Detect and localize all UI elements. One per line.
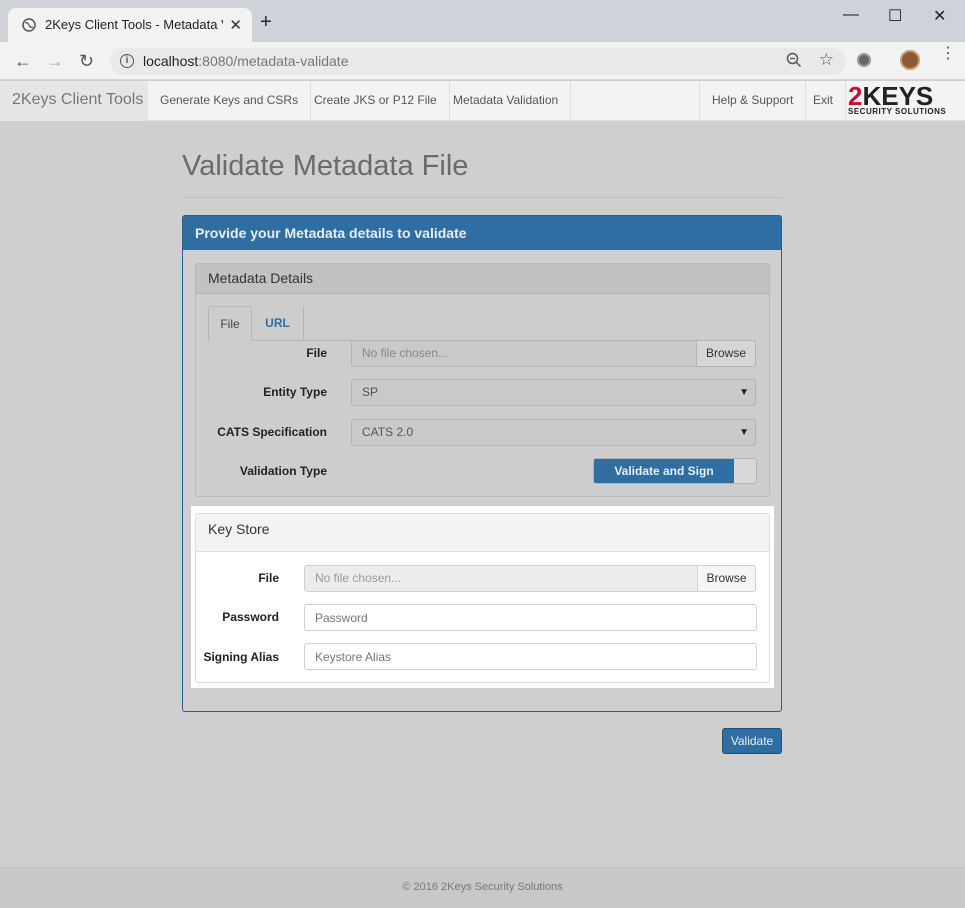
chevron-down-icon: ▼ xyxy=(739,387,749,398)
metadata-browse-button[interactable]: Browse xyxy=(696,340,756,367)
zoom-icon[interactable] xyxy=(786,52,802,68)
cats-spec-value: CATS 2.0 xyxy=(362,425,414,439)
validate-and-sign-option[interactable]: Validate and Sign xyxy=(594,459,734,483)
maximize-button[interactable]: ☐ xyxy=(888,6,902,26)
app-navbar: 2Keys Client Tools Generate Keys and CSR… xyxy=(0,81,965,121)
footer: © 2016 2Keys Security Solutions xyxy=(0,867,965,908)
signing-alias-field[interactable] xyxy=(304,643,757,670)
nav-create-jks[interactable]: Create JKS or P12 File xyxy=(302,81,450,121)
nav-generate-keys[interactable]: Generate Keys and CSRs xyxy=(148,81,312,121)
page-title: Validate Metadata File xyxy=(182,150,469,182)
nav-metadata-validation[interactable]: Metadata Validation xyxy=(441,81,572,121)
window-close-button[interactable]: ✕ xyxy=(933,6,946,26)
validation-type-toggle[interactable]: Validate and Sign xyxy=(593,458,757,484)
menu-kebab-icon[interactable]: ⋮ xyxy=(940,46,956,62)
extension-icon[interactable] xyxy=(857,53,871,67)
bookmark-star-icon[interactable]: ☆ xyxy=(819,50,834,70)
browser-titlebar: 2Keys Client Tools - Metadata Va ✕ + — ☐… xyxy=(0,0,965,42)
nav-help-support[interactable]: Help & Support xyxy=(699,81,807,121)
back-icon[interactable]: ← xyxy=(14,51,32,72)
url-text: localhost:8080/metadata-validate xyxy=(143,53,349,69)
address-bar[interactable]: i localhost:8080/metadata-validate ☆ xyxy=(110,48,846,75)
reload-icon[interactable]: ↻ xyxy=(79,51,94,72)
keystore-file-input[interactable]: No file chosen... xyxy=(304,565,698,592)
chevron-down-icon: ▼ xyxy=(739,427,749,438)
info-icon[interactable]: i xyxy=(120,54,134,68)
forward-icon[interactable]: → xyxy=(46,51,64,72)
keystore-browse-button[interactable]: Browse xyxy=(697,565,756,592)
cats-spec-select[interactable]: CATS 2.0 ▼ xyxy=(351,419,756,446)
entity-type-value: SP xyxy=(362,385,379,399)
validation-type-label: Validation Type xyxy=(239,464,327,478)
keystore-file-label: File xyxy=(258,571,279,585)
password-label: Password xyxy=(222,610,279,624)
title-divider xyxy=(182,197,782,198)
nav-exit[interactable]: Exit xyxy=(801,81,847,121)
metadata-details-heading: Metadata Details xyxy=(196,264,769,294)
globe-icon xyxy=(22,18,36,32)
brand-link[interactable]: 2Keys Client Tools xyxy=(0,81,148,121)
cats-spec-label: CATS Specification xyxy=(217,425,327,439)
password-field[interactable] xyxy=(304,604,757,631)
profile-avatar[interactable] xyxy=(900,50,920,70)
browser-tab[interactable]: 2Keys Client Tools - Metadata Va ✕ xyxy=(8,8,252,42)
entity-type-select[interactable]: SP ▼ xyxy=(351,379,756,406)
company-logo: 2KEYS SECURITY SOLUTIONS xyxy=(848,81,947,116)
validation-panel-heading: Provide your Metadata details to validat… xyxy=(183,216,781,250)
tab-url[interactable]: URL xyxy=(252,306,304,341)
minimize-button[interactable]: — xyxy=(843,6,859,24)
tab-close-icon[interactable]: ✕ xyxy=(229,16,242,34)
new-tab-button[interactable]: + xyxy=(260,12,272,32)
browser-toolbar: ← → ↻ i localhost:8080/metadata-validate… xyxy=(0,42,965,80)
signing-alias-label: Signing Alias xyxy=(203,650,279,664)
validate-button[interactable]: Validate xyxy=(722,728,782,754)
tab-title: 2Keys Client Tools - Metadata Va xyxy=(45,17,223,32)
metadata-file-input[interactable]: No file chosen... xyxy=(351,340,697,367)
key-store-heading: Key Store xyxy=(196,514,769,552)
entity-type-label: Entity Type xyxy=(263,385,327,399)
tab-file[interactable]: File xyxy=(208,306,252,341)
metadata-file-label: File xyxy=(306,346,327,360)
